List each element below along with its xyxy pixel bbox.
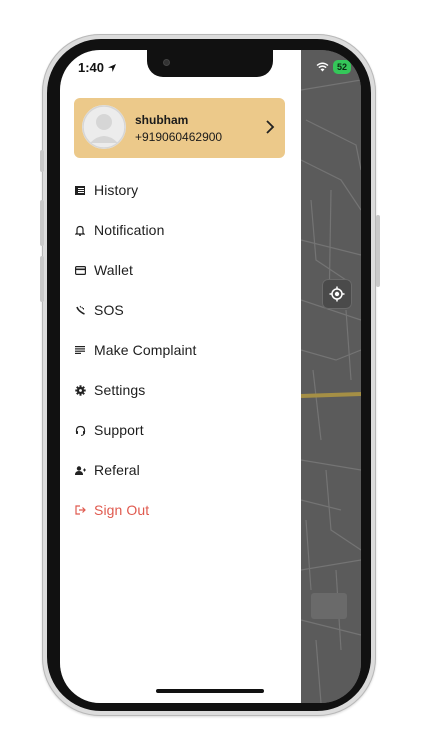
time-text: 1:40 bbox=[78, 60, 105, 75]
profile-card[interactable]: shubham +919060462900 bbox=[74, 98, 285, 158]
front-camera bbox=[163, 59, 170, 66]
user-avatar-icon bbox=[82, 105, 126, 149]
phone-screen: 1:40 shubham +919060462900 History Notif… bbox=[60, 50, 361, 703]
menu-item-label: Referal bbox=[94, 462, 140, 478]
menu-item-label: Settings bbox=[94, 382, 146, 398]
location-arrow-icon bbox=[108, 63, 117, 72]
menu-item-sos[interactable]: SOS bbox=[74, 290, 294, 330]
menu-item-label: Wallet bbox=[94, 262, 133, 278]
home-indicator[interactable] bbox=[156, 689, 264, 693]
menu-item-label: Sign Out bbox=[94, 502, 150, 518]
menu-item-label: Support bbox=[94, 422, 144, 438]
chevron-right-icon bbox=[266, 120, 275, 134]
volume-down-button bbox=[40, 256, 44, 302]
menu-item-referal[interactable]: Referal bbox=[74, 450, 294, 490]
map-streets bbox=[301, 79, 361, 703]
logout-icon bbox=[74, 504, 86, 516]
wifi-icon bbox=[316, 62, 329, 72]
bell-icon bbox=[74, 224, 86, 236]
crosshair-icon bbox=[329, 286, 345, 302]
profile-name: shubham bbox=[135, 113, 189, 127]
menu-item-label: SOS bbox=[94, 302, 124, 318]
status-time: 1:40 bbox=[78, 60, 117, 75]
mute-switch bbox=[40, 150, 44, 172]
notes-icon bbox=[74, 344, 86, 356]
menu-item-support[interactable]: Support bbox=[74, 410, 294, 450]
map-view[interactable] bbox=[301, 50, 361, 703]
sos-icon bbox=[74, 304, 86, 316]
drawer-menu: History Notification Wallet SOS Make Com… bbox=[74, 170, 294, 530]
users-icon bbox=[74, 464, 86, 476]
locate-me-button[interactable] bbox=[322, 279, 352, 309]
battery-indicator: 52 bbox=[332, 60, 351, 74]
navigation-drawer: 1:40 shubham +919060462900 History Notif… bbox=[60, 50, 301, 703]
power-button bbox=[376, 215, 380, 287]
menu-item-label: Make Complaint bbox=[94, 342, 197, 358]
menu-item-wallet[interactable]: Wallet bbox=[74, 250, 294, 290]
menu-item-label: History bbox=[94, 182, 139, 198]
headset-icon bbox=[74, 424, 86, 436]
volume-up-button bbox=[40, 200, 44, 246]
card-icon bbox=[74, 264, 86, 276]
status-icons: 52 bbox=[316, 60, 351, 74]
menu-item-make-complaint[interactable]: Make Complaint bbox=[74, 330, 294, 370]
avatar bbox=[82, 105, 126, 149]
menu-item-notification[interactable]: Notification bbox=[74, 210, 294, 250]
menu-item-sign-out[interactable]: Sign Out bbox=[74, 490, 294, 530]
list-icon bbox=[74, 184, 86, 196]
menu-item-settings[interactable]: Settings bbox=[74, 370, 294, 410]
profile-phone: +919060462900 bbox=[135, 130, 223, 144]
gear-icon bbox=[74, 384, 86, 396]
menu-item-label: Notification bbox=[94, 222, 165, 238]
menu-item-history[interactable]: History bbox=[74, 170, 294, 210]
